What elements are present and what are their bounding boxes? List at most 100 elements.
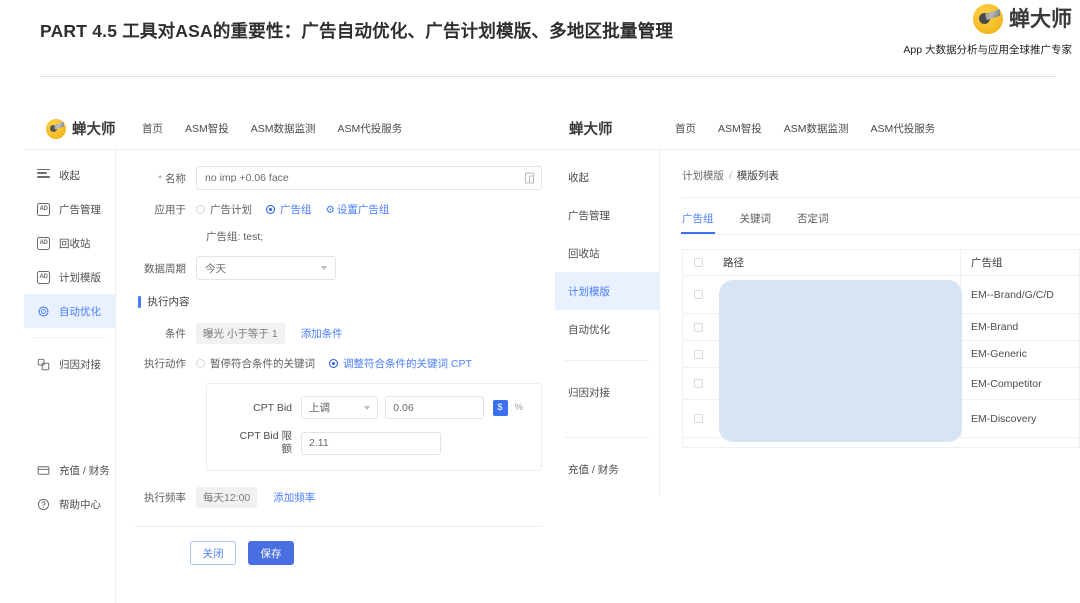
set-adgroup-link-label: 设置广告组 xyxy=(336,204,390,216)
sidebar-item-plan-template[interactable]: AD 计划模版 xyxy=(24,260,115,294)
gear-icon xyxy=(37,305,50,318)
tab-negative[interactable]: 否定词 xyxy=(797,211,829,234)
sidebar-item-recycle[interactable]: AD 回收站 xyxy=(24,226,115,260)
condition-value[interactable]: 曝光 小于等于 1 xyxy=(196,323,285,344)
table-row[interactable]: EM-Brand xyxy=(683,314,1079,341)
ad-box-icon: AD xyxy=(37,236,50,250)
table-row[interactable]: EM-Competitor xyxy=(683,368,1079,400)
save-button[interactable]: 保存 xyxy=(248,541,294,565)
radio-apply-campaign[interactable]: 广告计划 xyxy=(196,202,252,217)
row-checkbox[interactable] xyxy=(693,290,703,299)
sidebar-item-label: 计划模版 xyxy=(59,271,101,284)
cpt-bid-direction-value: 上调 xyxy=(309,402,330,414)
tabs-divider xyxy=(682,234,1080,235)
nav-item-asm-agency[interactable]: ASM代投服务 xyxy=(338,121,403,136)
add-frequency-link[interactable]: 添加频率 xyxy=(273,490,315,505)
cpt-limit-row: CPT Bid 限 额 2.11 xyxy=(221,430,527,456)
left-app-logo[interactable]: 蝉大师 xyxy=(24,118,142,139)
tab-keyword[interactable]: 关键词 xyxy=(740,211,772,234)
execution-section-title: 执行内容 xyxy=(138,294,542,309)
radio-label: 调整符合条件的关键词 CPT xyxy=(343,358,472,370)
auto-optimize-screenshot: 蝉大师 首页 ASM智投 ASM数据监测 ASM代投服务 收起 AD 广告管理 xyxy=(24,108,556,603)
radio-pause-keywords[interactable]: 暂停符合条件的关键词 xyxy=(196,356,315,371)
required-mark: * xyxy=(157,172,163,185)
radio-adjust-cpt[interactable]: 调整符合条件的关键词 CPT xyxy=(329,356,472,371)
nav-item-asm-smart[interactable]: ASM智投 xyxy=(185,121,229,136)
adgroup-table: 路径 广告组 EM--Brand/G/C/D EM-Brand EM-Gener… xyxy=(682,249,1080,448)
row-path xyxy=(713,276,961,313)
data-period-select[interactable]: 今天 xyxy=(196,256,336,280)
right-app-logo-text: 蝉大师 xyxy=(569,122,613,138)
sidebar-item-collapse[interactable]: 收起 xyxy=(555,158,659,196)
sidebar-item-label: 帮助中心 xyxy=(59,498,101,511)
sidebar-item-ad-manage[interactable]: AD 广告管理 xyxy=(24,192,115,226)
sidebar-item-auto-optimize[interactable]: 自动优化 xyxy=(555,310,659,348)
unit-percent-button[interactable]: % xyxy=(511,400,527,416)
data-period-row: 数据周期 今天 xyxy=(134,256,542,280)
right-app-logo[interactable]: 蝉大师 xyxy=(555,118,675,139)
sidebar-item-attribution[interactable]: 归因对接 xyxy=(24,347,115,381)
cpt-settings-box: CPT Bid 上调 0.06 $ % CPT Bid 限 额 2.11 xyxy=(206,383,542,471)
sidebar-bottom-group: 充值 / 财务 帮助中心 xyxy=(24,381,115,521)
table-row[interactable]: EM-Generic xyxy=(683,341,1079,368)
sidebar-item-collapse[interactable]: 收起 xyxy=(24,158,115,192)
sidebar-item-label: 充值 / 财务 xyxy=(59,464,110,477)
chevron-down-icon xyxy=(321,266,327,270)
sidebar-divider-2 xyxy=(565,437,649,438)
cpt-bid-amount-input[interactable]: 0.06 xyxy=(385,396,484,419)
nav-item-asm-smart[interactable]: ASM智投 xyxy=(718,121,762,136)
apply-note: 广告组: test; xyxy=(206,231,264,243)
row-checkbox[interactable] xyxy=(693,414,703,423)
sidebar-item-label: 广告管理 xyxy=(59,203,101,216)
row-path xyxy=(713,314,961,340)
nav-item-home[interactable]: 首页 xyxy=(675,121,696,136)
sidebar-item-auto-optimize[interactable]: 自动优化 xyxy=(24,294,115,328)
select-all-checkbox-cell xyxy=(683,258,713,267)
copy-icon[interactable] xyxy=(525,172,534,184)
row-checkbox-cell xyxy=(683,322,713,332)
sidebar-item-billing[interactable]: 充值 / 财务 xyxy=(24,453,115,487)
cpt-bid-amount-value: 0.06 xyxy=(393,401,414,414)
table-row[interactable]: EM-Discovery xyxy=(683,400,1079,438)
close-button[interactable]: 关闭 xyxy=(190,541,236,565)
tab-adgroup[interactable]: 广告组 xyxy=(681,211,714,234)
cpt-limit-input[interactable]: 2.11 xyxy=(301,431,441,455)
row-checkbox-cell xyxy=(683,290,713,299)
sidebar-item-attribution[interactable]: 归因对接 xyxy=(555,373,659,411)
sidebar-item-plan-template[interactable]: 计划模版 xyxy=(555,272,659,310)
cpt-bid-direction-select[interactable]: 上调 xyxy=(301,396,379,419)
sidebar-item-help[interactable]: 帮助中心 xyxy=(24,487,115,521)
apply-to-label: 应用于 xyxy=(154,204,187,216)
nav-item-asm-monitor[interactable]: ASM数据监测 xyxy=(251,121,316,136)
nav-item-home[interactable]: 首页 xyxy=(142,121,163,136)
frequency-value[interactable]: 每天12:00 xyxy=(196,487,258,508)
brand-name: 蝉大师 xyxy=(1009,7,1072,31)
row-checkbox[interactable] xyxy=(693,379,703,388)
select-all-checkbox[interactable] xyxy=(693,258,703,267)
unit-dollar-button[interactable]: $ xyxy=(492,399,508,416)
set-adgroup-link[interactable]: ⚙ 设置广告组 xyxy=(326,202,390,217)
row-checkbox[interactable] xyxy=(693,322,703,332)
add-condition-link[interactable]: 添加条件 xyxy=(301,326,343,341)
gear-small-icon: ⚙ xyxy=(325,204,335,216)
radio-apply-adgroup[interactable]: 广告组 xyxy=(266,202,312,217)
ad-box-icon: AD xyxy=(37,270,50,284)
row-checkbox[interactable] xyxy=(693,349,703,359)
cpt-limit-label-line1: CPT Bid 限 xyxy=(239,430,292,442)
name-input[interactable]: no imp +0.06 face xyxy=(196,166,542,190)
sidebar-item-recycle[interactable]: 回收站 xyxy=(555,234,659,272)
action-label: 执行动作 xyxy=(144,358,186,370)
left-app-nav: 首页 ASM智投 ASM数据监测 ASM代投服务 xyxy=(142,121,402,136)
cpt-bid-label: CPT Bid xyxy=(253,401,292,414)
table-row[interactable]: EM--Brand/G/C/D xyxy=(683,276,1079,314)
row-adgroup: EM-Generic xyxy=(971,348,1028,360)
sidebar-item-label: 自动优化 xyxy=(59,305,101,318)
link-icon xyxy=(37,358,50,371)
nav-item-asm-monitor[interactable]: ASM数据监测 xyxy=(784,121,849,136)
nav-item-asm-agency[interactable]: ASM代投服务 xyxy=(871,121,936,136)
column-header-adgroup: 广告组 xyxy=(971,257,1003,269)
sidebar-item-ad-manage[interactable]: 广告管理 xyxy=(555,196,659,234)
breadcrumb-parent[interactable]: 计划模版 xyxy=(682,170,724,182)
page-title: PART 4.5 工具对ASA的重要性：广告自动优化、广告计划模版、多地区批量管… xyxy=(40,21,674,41)
sidebar-item-billing[interactable]: 充值 / 财务 xyxy=(555,450,659,488)
